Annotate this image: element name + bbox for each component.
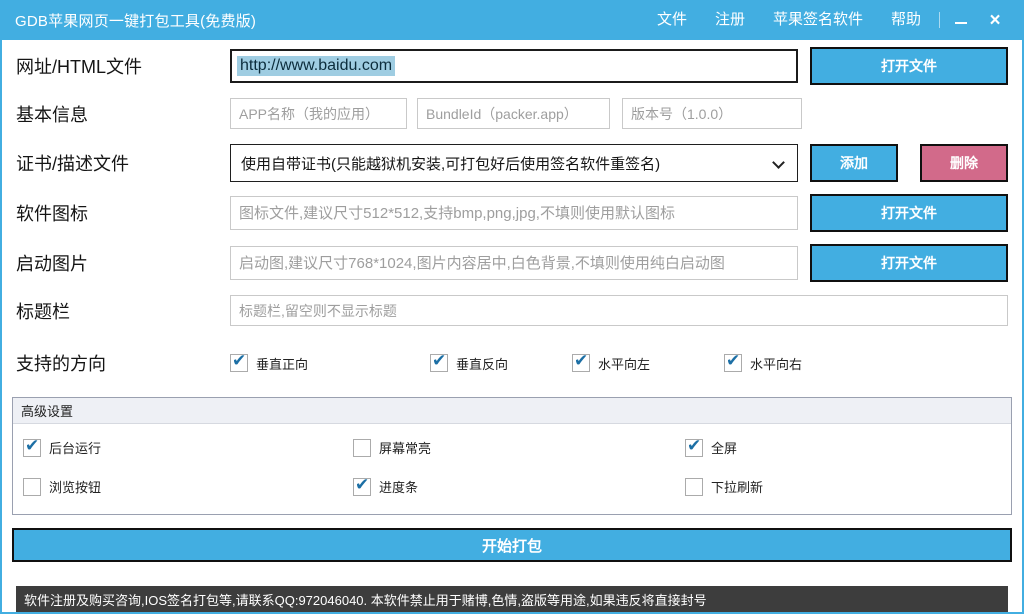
add-certificate-button[interactable]: 添加 — [810, 144, 898, 182]
open-icon-file-button[interactable]: 打开文件 — [810, 194, 1008, 232]
title-bar-text-label: 标题栏 — [16, 298, 230, 324]
app-icon-label: 软件图标 — [16, 200, 230, 226]
checkbox-label: 浏览按钮 — [49, 477, 101, 496]
window-title: GDB苹果网页一键打包工具(免费版) — [15, 10, 256, 31]
bundle-id-field[interactable] — [417, 98, 610, 129]
checkbox-label: 进度条 — [379, 477, 418, 496]
version-field[interactable] — [622, 98, 802, 129]
checkbox-label: 水平向右 — [750, 354, 802, 373]
checkbox-landscape-right[interactable]: 水平向右 — [724, 354, 802, 373]
open-launch-image-button[interactable]: 打开文件 — [810, 244, 1008, 282]
minimize-button[interactable] — [944, 0, 978, 40]
main-form: 网址/HTML文件 http://www.baidu.com 打开文件 基本信息… — [2, 40, 1022, 612]
certificate-selected-option: 使用自带证书(只能越狱机安装,可打包好后使用签名软件重签名) — [241, 153, 660, 174]
menu-bar: 文件 注册 苹果签名软件 帮助 × — [643, 0, 1012, 40]
title-bar: GDB苹果网页一键打包工具(免费版) 文件 注册 苹果签名软件 帮助 × — [2, 0, 1022, 40]
row-basic-info: 基本信息 — [16, 98, 1008, 129]
orientation-label: 支持的方向 — [16, 350, 230, 376]
checkbox-icon[interactable] — [430, 354, 448, 372]
app-name-field[interactable] — [230, 98, 407, 129]
title-bar-text-field[interactable] — [230, 295, 1008, 326]
row-certificate: 证书/描述文件 使用自带证书(只能越狱机安装,可打包好后使用签名软件重签名) 添… — [16, 144, 1008, 182]
checkbox-icon[interactable] — [685, 478, 703, 496]
checkbox-icon[interactable] — [23, 478, 41, 496]
checkbox-icon[interactable] — [572, 354, 590, 372]
checkbox-icon[interactable] — [230, 354, 248, 372]
checkbox-label: 垂直反向 — [456, 354, 508, 373]
row-launch-image: 启动图片 打开文件 — [16, 244, 1008, 282]
checkbox-portrait[interactable]: 垂直正向 — [230, 354, 430, 373]
checkbox-label: 后台运行 — [49, 438, 101, 457]
checkbox-progress-bar[interactable]: 进度条 — [353, 477, 685, 496]
checkbox-icon[interactable] — [23, 439, 41, 457]
row-orientation: 支持的方向 垂直正向 垂直反向 水平向左 水平向右 — [16, 350, 1008, 376]
checkbox-pull-to-refresh[interactable]: 下拉刷新 — [685, 477, 1001, 496]
checkbox-label: 下拉刷新 — [711, 477, 763, 496]
checkbox-label: 水平向左 — [598, 354, 650, 373]
app-window: GDB苹果网页一键打包工具(免费版) 文件 注册 苹果签名软件 帮助 × 网址/… — [0, 0, 1024, 614]
row-app-icon: 软件图标 打开文件 — [16, 194, 1008, 232]
row-url: 网址/HTML文件 http://www.baidu.com 打开文件 — [16, 47, 1008, 85]
app-icon-field[interactable] — [230, 196, 798, 230]
certificate-select[interactable]: 使用自带证书(只能越狱机安装,可打包好后使用签名软件重签名) — [230, 144, 798, 182]
checkbox-icon[interactable] — [353, 478, 371, 496]
basic-info-label: 基本信息 — [16, 101, 230, 127]
launch-image-label: 启动图片 — [16, 250, 230, 276]
checkbox-keep-screen-on[interactable]: 屏幕常亮 — [353, 438, 685, 457]
advanced-settings-body: 后台运行 屏幕常亮 全屏 浏览按钮 进度条 — [13, 424, 1011, 514]
checkbox-label: 垂直正向 — [256, 354, 308, 373]
checkbox-fullscreen[interactable]: 全屏 — [685, 438, 1001, 457]
menu-file[interactable]: 文件 — [643, 0, 701, 40]
menu-help[interactable]: 帮助 — [877, 0, 935, 40]
close-button[interactable]: × — [978, 0, 1012, 40]
minimize-icon — [955, 22, 967, 24]
url-selected-text: http://www.baidu.com — [237, 56, 395, 76]
menu-register[interactable]: 注册 — [701, 0, 759, 40]
row-title-bar-text: 标题栏 — [16, 295, 1008, 326]
checkbox-portrait-upside-down[interactable]: 垂直反向 — [430, 354, 572, 373]
launch-image-field[interactable] — [230, 246, 798, 280]
checkbox-icon[interactable] — [685, 439, 703, 457]
open-url-file-button[interactable]: 打开文件 — [810, 47, 1008, 85]
advanced-settings-group: 高级设置 后台运行 屏幕常亮 全屏 浏览按钮 — [12, 397, 1012, 515]
checkbox-label: 全屏 — [711, 438, 737, 457]
chevron-down-icon — [772, 156, 785, 169]
checkbox-icon[interactable] — [724, 354, 742, 372]
url-label: 网址/HTML文件 — [16, 53, 230, 79]
status-bar: 软件注册及购买咨询,IOS签名打包等,请联系QQ:972046040. 本软件禁… — [16, 586, 1008, 612]
checkbox-icon[interactable] — [353, 439, 371, 457]
checkbox-browse-buttons[interactable]: 浏览按钮 — [23, 477, 353, 496]
url-input[interactable]: http://www.baidu.com — [230, 49, 798, 83]
titlebar-divider — [939, 12, 940, 28]
start-packing-button[interactable]: 开始打包 — [12, 528, 1012, 562]
delete-certificate-button[interactable]: 删除 — [920, 144, 1008, 182]
advanced-settings-title: 高级设置 — [13, 398, 1011, 424]
checkbox-background-run[interactable]: 后台运行 — [23, 438, 353, 457]
close-icon: × — [989, 11, 1000, 30]
menu-apple-sign-software[interactable]: 苹果签名软件 — [759, 0, 877, 40]
checkbox-label: 屏幕常亮 — [379, 438, 431, 457]
checkbox-landscape-left[interactable]: 水平向左 — [572, 354, 724, 373]
certificate-label: 证书/描述文件 — [16, 150, 230, 176]
